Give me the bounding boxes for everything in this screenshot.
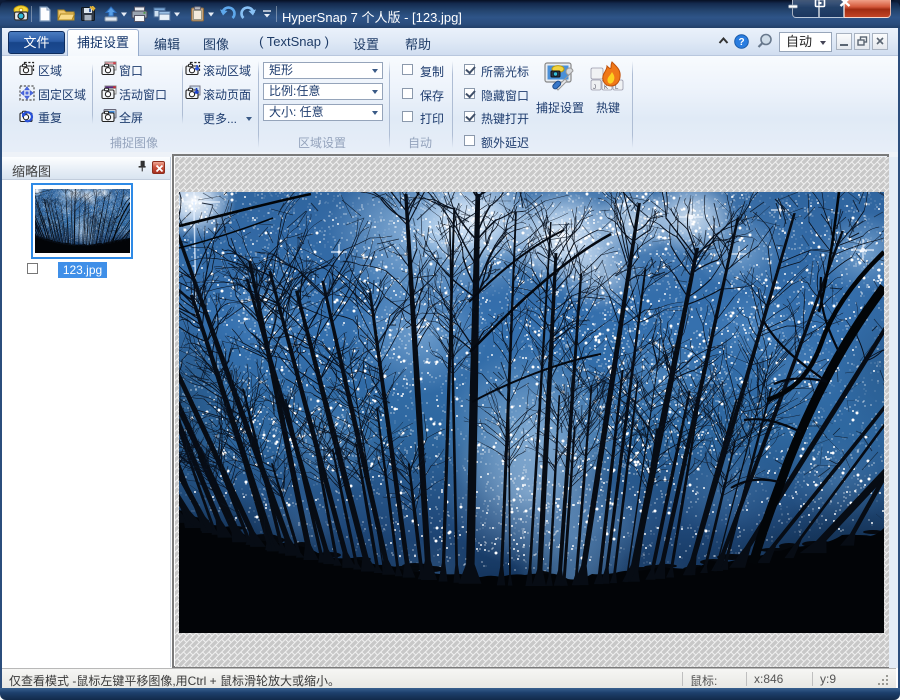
svg-text:?: ?: [738, 37, 744, 48]
svg-text:K: K: [604, 85, 608, 91]
svg-text:J: J: [593, 85, 596, 91]
